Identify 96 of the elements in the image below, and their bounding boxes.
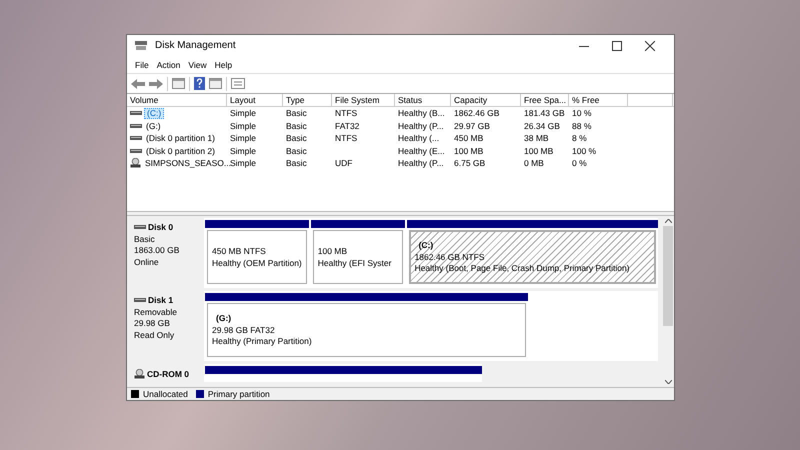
table-cell: 100 MB — [454, 146, 484, 155]
table-cell: Healthy (E... — [398, 146, 445, 155]
scroll-down-icon[interactable] — [664, 380, 672, 384]
disk-name: Disk 0 — [148, 223, 174, 232]
column-header[interactable]: Free Spa... — [521, 94, 569, 106]
menu-item[interactable]: File — [131, 60, 153, 70]
scroll-up-icon[interactable] — [664, 219, 672, 223]
disk-info: 1863.00 GB — [134, 246, 180, 254]
menu-item[interactable]: View — [184, 60, 211, 70]
table-cell: 1862.46 GB — [454, 109, 500, 118]
help-icon[interactable] — [194, 77, 205, 90]
table-cell: 88 % — [572, 122, 592, 130]
disk-info: Basic — [134, 234, 156, 243]
table-cell: Basic — [286, 109, 307, 118]
menu-item[interactable]: Action — [152, 60, 184, 70]
panel-icon[interactable] — [172, 78, 185, 89]
window-title: Disk Management — [155, 41, 237, 51]
drive-list-item[interactable]: (Disk 0 partition 1) — [144, 134, 217, 142]
table-cell: Basic — [286, 134, 307, 142]
table-cell: Simple — [230, 109, 256, 118]
disk-name: CD-ROM 0 — [147, 370, 190, 378]
column-header[interactable]: Type — [283, 94, 332, 106]
column-header[interactable]: File System — [332, 94, 395, 106]
drive-icon — [130, 136, 142, 140]
partition-info: 450 MB NTFS — [212, 247, 267, 256]
table-cell: 0 % — [572, 159, 587, 168]
table-cell: 181.43 GB — [524, 109, 565, 118]
table-cell: Healthy (P... — [398, 159, 444, 168]
cd-drive-icon — [130, 158, 141, 168]
column-header[interactable]: % Free — [569, 94, 628, 106]
table-cell: 450 MB — [454, 134, 484, 142]
partition-info: 29.98 GB FAT32 — [212, 326, 276, 334]
partition-label: (C:) — [418, 241, 434, 250]
list-icon[interactable] — [231, 78, 245, 89]
disk-info: Read Only — [134, 330, 176, 339]
table-cell: Healthy (... — [398, 134, 440, 142]
app-icon — [135, 41, 147, 51]
disk-name: Disk 1 — [148, 296, 174, 304]
drive-icon — [130, 124, 142, 128]
drive-list-item[interactable]: (Disk 0 partition 2) — [144, 146, 217, 155]
disk-info: Online — [134, 258, 160, 266]
partition-info: Healthy (Boot, Page File, Crash Dump, Primary Partition) — [414, 264, 630, 273]
partition-info: 1862.46 GB NTFS — [414, 252, 486, 262]
disk-info: 29.98 GB — [134, 319, 171, 328]
cd-drive-icon — [134, 369, 145, 379]
table-cell: Simple — [230, 146, 256, 155]
partition-info: 100 MB — [318, 247, 348, 256]
column-header[interactable]: Layout — [227, 94, 283, 106]
close-icon — [644, 41, 654, 51]
column-header[interactable]: Status — [395, 94, 451, 106]
forward-arrow-icon[interactable] — [149, 78, 163, 88]
column-header[interactable]: Capacity — [451, 94, 521, 106]
column-header[interactable]: Volume — [127, 94, 227, 106]
table-cell: Simple — [230, 159, 256, 168]
table-cell: 6.75 GB — [454, 159, 486, 168]
table-cell: Simple — [230, 134, 256, 142]
partition-box[interactable]: 100 MB Healthy (EFI Syster — [312, 230, 403, 284]
table-cell: 26.34 GB — [524, 122, 560, 130]
partition-box[interactable]: (C:) 1862.46 GB NTFS Healthy (Boot, Page File, Crash Dump, Primary Partition) — [408, 230, 656, 284]
partition-label: (G:) — [215, 314, 232, 323]
table-cell: 10 % — [572, 109, 592, 118]
back-arrow-icon[interactable] — [131, 78, 145, 88]
partition-info: Healthy (EFI Syster — [318, 258, 392, 267]
scrollbar[interactable] — [662, 216, 674, 387]
table-cell: 0 MB — [524, 159, 544, 168]
drive-icon — [134, 298, 146, 302]
drive-icon — [130, 111, 142, 116]
legend-label: Primary partition — [208, 390, 270, 398]
table-cell: 38 MB — [524, 134, 549, 142]
table-cell: Healthy (P... — [398, 122, 444, 130]
table-cell: 100 MB — [524, 146, 554, 155]
partition-info: Healthy (OEM Partition) — [212, 258, 302, 267]
disk-info: Removable — [134, 308, 178, 316]
table-cell: Basic — [286, 146, 307, 155]
menu-item[interactable]: Help — [210, 60, 236, 70]
panel-icon[interactable] — [209, 78, 222, 89]
table-cell: NTFS — [335, 109, 358, 118]
table-cell: Simple — [230, 122, 256, 130]
table-cell: FAT32 — [335, 122, 360, 130]
maximize-icon — [612, 41, 622, 51]
drive-list-item[interactable]: (C:) — [144, 108, 164, 118]
drive-icon — [130, 148, 142, 153]
partition-info: Healthy (Primary Partition) — [212, 337, 313, 346]
table-cell: Basic — [286, 159, 307, 168]
table-cell: Basic — [286, 122, 307, 130]
partition-box[interactable]: 450 MB NTFS Healthy (OEM Partition) — [207, 230, 307, 284]
table-cell: 29.97 GB — [454, 122, 490, 130]
table-cell: UDF — [335, 159, 352, 168]
drive-list-item[interactable]: (G:) — [144, 122, 163, 130]
legend-label: Unallocated — [143, 390, 188, 398]
drive-icon — [134, 225, 146, 230]
table-cell: 8 % — [572, 134, 587, 142]
partition-box[interactable]: (G:) 29.98 GB FAT32 Healthy (Primary Partition) — [207, 303, 526, 357]
table-cell: 100 % — [572, 146, 596, 155]
table-cell: Healthy (B... — [398, 109, 445, 118]
table-cell: NTFS — [335, 134, 358, 142]
